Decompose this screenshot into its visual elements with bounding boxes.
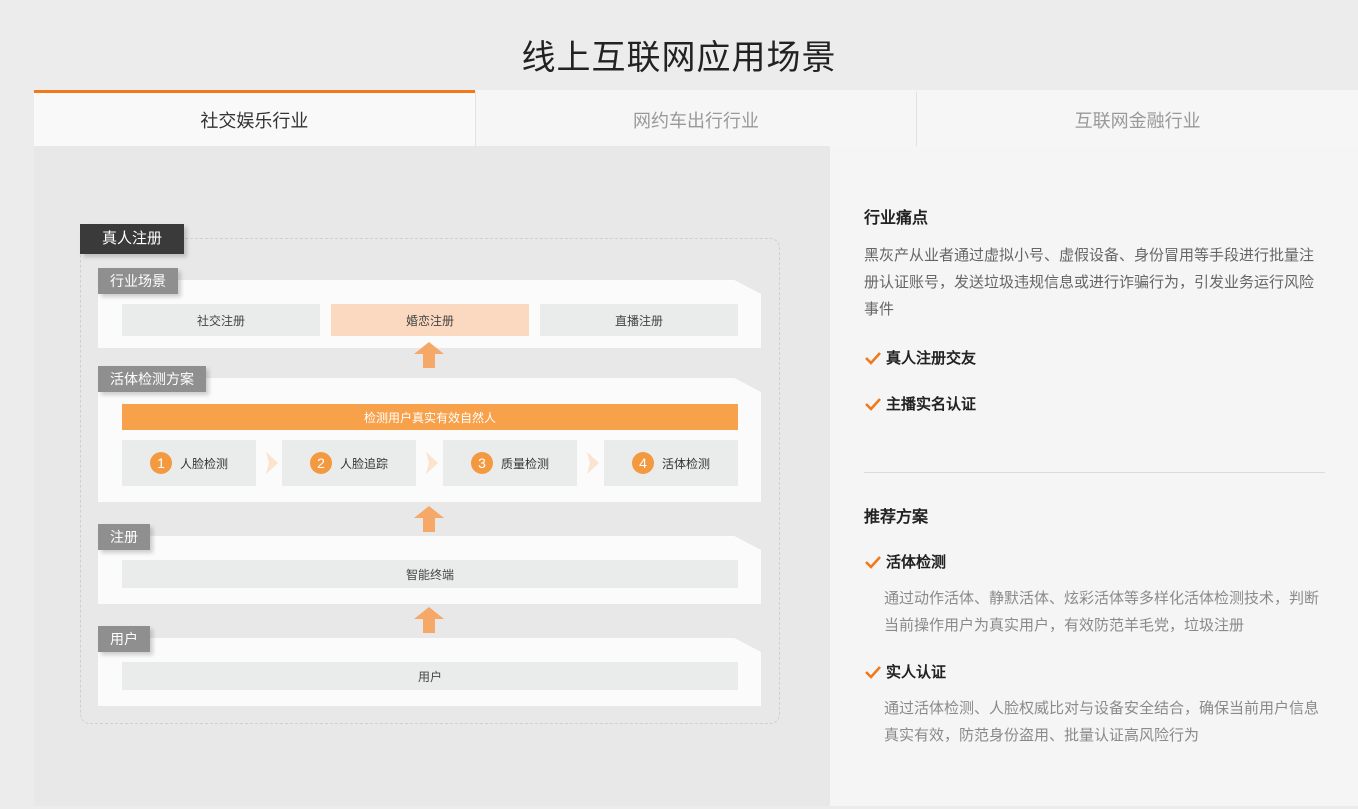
scene-item-dating: 婚恋注册 — [331, 304, 529, 336]
tab-social-entertainment[interactable]: 社交娱乐行业 — [34, 90, 475, 146]
divider — [864, 472, 1325, 473]
solutions-title: 推荐方案 — [864, 509, 929, 526]
pain-point-item: 主播实名认证 — [864, 393, 976, 414]
step-label: 人脸追踪 — [339, 456, 388, 471]
step-label: 质量检测 — [500, 456, 549, 471]
step-number: 4 — [631, 452, 654, 474]
tab-internet-finance[interactable]: 互联网金融行业 — [916, 90, 1358, 146]
register-tag: 注册 — [98, 524, 150, 550]
scene-tag: 行业场景 — [98, 268, 178, 294]
industry-tabs: 社交娱乐行业 网约车出行行业 互联网金融行业 — [34, 90, 1358, 146]
tab-ride-hailing[interactable]: 网约车出行行业 — [474, 90, 917, 146]
step-number: 1 — [149, 452, 172, 474]
user-item: 用户 — [122, 662, 738, 690]
liveness-banner: 检测用户真实有效自然人 — [122, 404, 738, 430]
scene-card: 社交注册 婚恋注册 直播注册 — [98, 280, 761, 348]
scene-item-social: 社交注册 — [122, 304, 320, 336]
up-arrow-icon — [414, 342, 444, 368]
chevron-right-icon — [266, 452, 278, 474]
page-title: 线上互联网应用场景 — [521, 39, 837, 77]
register-item: 智能终端 — [122, 560, 738, 588]
check-icon — [865, 351, 881, 365]
main-tag: 真人注册 — [80, 224, 185, 254]
info-panel: 行业痛点 黑灰产从业者通过虚拟小号、虚假设备、身份冒用等手段进行批量注册认证账号… — [830, 146, 1358, 806]
pain-point-label: 真人注册交友 — [886, 350, 977, 367]
step-number: 3 — [470, 452, 493, 474]
solution-desc: 通过活体检测、人脸权威比对与设备安全结合，确保当前用户信息真实有效，防范身份盗用… — [884, 700, 1320, 744]
check-icon — [865, 665, 881, 679]
step-liveness-check: 4 活体检测 — [604, 440, 738, 486]
step-face-tracking: 2 人脸追踪 — [282, 440, 416, 486]
scene-item-live: 直播注册 — [540, 304, 738, 336]
up-arrow-icon — [414, 506, 444, 532]
liveness-tag: 活体检测方案 — [98, 366, 206, 392]
step-quality-check: 3 质量检测 — [443, 440, 577, 486]
pain-point-label: 主播实名认证 — [886, 396, 977, 413]
step-label: 活体检测 — [661, 456, 710, 471]
pain-points-title: 行业痛点 — [864, 210, 929, 227]
step-face-detection: 1 人脸检测 — [122, 440, 256, 486]
register-card: 智能终端 — [98, 536, 761, 604]
solution-name: 活体检测 — [886, 554, 947, 571]
check-icon — [865, 555, 881, 569]
chevron-right-icon — [587, 452, 599, 474]
solution-item: 实人认证 — [864, 661, 946, 682]
user-tag: 用户 — [98, 626, 150, 652]
pain-point-item: 真人注册交友 — [864, 347, 976, 368]
user-card: 用户 — [98, 638, 761, 706]
solution-item: 活体检测 — [864, 551, 946, 572]
chevron-right-icon — [426, 452, 438, 474]
check-icon — [865, 397, 881, 411]
up-arrow-icon — [414, 607, 444, 633]
liveness-card: 检测用户真实有效自然人 1 人脸检测 2 人脸追踪 3 质量检测 4 活体检测 — [98, 378, 761, 502]
solution-desc: 通过动作活体、静默活体、炫彩活体等多样化活体检测技术，判断当前操作用户为真实用户… — [884, 590, 1320, 634]
diagram-panel: 真人注册 行业场景 社交注册 婚恋注册 直播注册 活体检测方案 检测用户真实有效… — [34, 146, 830, 806]
solution-name: 实人认证 — [886, 664, 947, 681]
step-label: 人脸检测 — [179, 456, 228, 471]
pain-points-text: 黑灰产从业者通过虚拟小号、虚假设备、身份冒用等手段进行批量注册认证账号，发送垃圾… — [864, 247, 1315, 318]
step-number: 2 — [309, 452, 332, 474]
